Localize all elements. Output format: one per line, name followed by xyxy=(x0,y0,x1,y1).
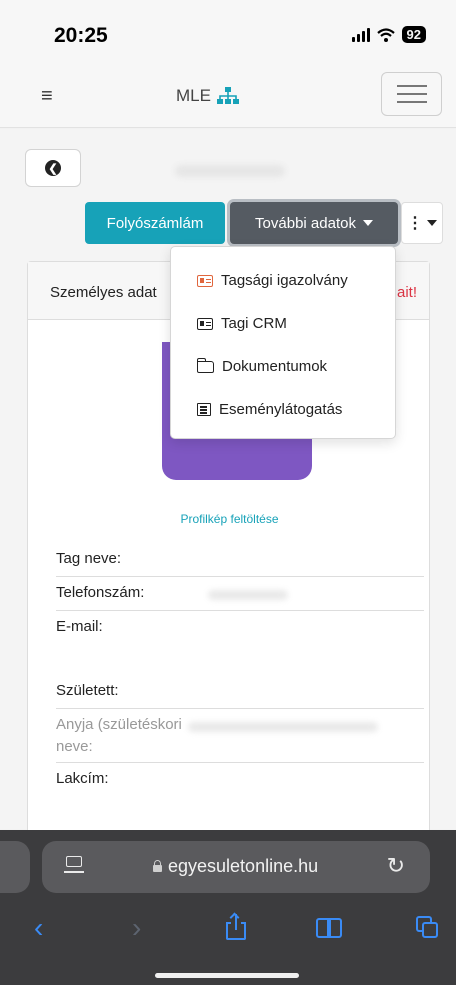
more-data-label: További adatok xyxy=(255,214,356,232)
member-name-label: Tag neve: xyxy=(56,550,122,567)
status-time: 20:25 xyxy=(54,24,108,47)
id-card-icon xyxy=(197,274,213,287)
url-text: egyesuletonline.hu xyxy=(168,856,319,876)
signal-icon xyxy=(351,27,370,42)
brand-name: MLE xyxy=(176,86,211,105)
page-menu-icon[interactable] xyxy=(64,856,84,874)
address-label: Lakcím: xyxy=(56,770,109,787)
caret-down-icon xyxy=(427,220,437,226)
id-card-icon xyxy=(197,317,213,330)
browser-nav-toolbar: ‹ › xyxy=(0,908,456,948)
arrow-left-circle-icon: ❮ xyxy=(45,160,61,176)
status-icons: 92 xyxy=(351,26,426,43)
mother-name-label: Anyja (születéskori neve: xyxy=(56,716,182,755)
dropdown-item-membership-card[interactable]: Tagsági igazolvány xyxy=(171,259,395,302)
dropdown-item-event-attendance[interactable]: Eseménylátogatás xyxy=(171,388,395,431)
forward-icon: › xyxy=(132,912,142,943)
lock-icon xyxy=(152,860,162,872)
address-bar[interactable]: egyesuletonline.hu ↻ xyxy=(42,841,430,893)
back-button[interactable]: ❮ xyxy=(25,149,81,187)
redacted-mother-name xyxy=(188,722,378,732)
kebab-icon: ⋮ xyxy=(407,215,423,232)
card-warning: ait! xyxy=(396,284,417,301)
reload-icon[interactable]: ↻ xyxy=(387,853,405,879)
sitemap-icon xyxy=(216,87,239,104)
wifi-icon xyxy=(376,27,395,42)
status-bar: 20:25 92 xyxy=(0,0,456,64)
browser-toolbar: egyesuletonline.hu ↻ ‹ › xyxy=(0,830,456,985)
bookmarks-icon[interactable] xyxy=(316,918,344,938)
share-icon[interactable] xyxy=(226,912,246,940)
home-indicator xyxy=(155,973,299,978)
back-icon[interactable]: ‹ xyxy=(34,908,43,948)
app-navbar: ≡ MLE xyxy=(0,64,456,128)
more-data-dropdown-menu: Tagsági igazolvány Tagi CRM Dokumentumok… xyxy=(170,246,396,439)
redacted-member-name xyxy=(175,165,285,177)
born-label: Született: xyxy=(56,682,119,699)
account-button[interactable]: Folyószámlám xyxy=(85,202,225,244)
card-title: Személyes adat xyxy=(50,284,157,301)
brand[interactable]: MLE xyxy=(176,86,239,106)
email-label: E-mail: xyxy=(56,618,103,635)
sidebar-menu-icon[interactable]: ≡ xyxy=(41,86,53,106)
battery-indicator: 92 xyxy=(401,26,426,43)
navbar-toggler-button[interactable] xyxy=(381,72,442,116)
more-data-dropdown-button[interactable]: További adatok xyxy=(230,202,398,244)
action-buttons: Folyószámlám További adatok ⋮ xyxy=(0,202,456,244)
page-content: ❮ Folyószámlám További adatok ⋮ Személye… xyxy=(0,129,456,841)
dropdown-item-documents[interactable]: Dokumentumok xyxy=(171,345,395,388)
caret-down-icon xyxy=(362,220,373,226)
redacted-phone xyxy=(208,590,288,600)
dropdown-item-member-crm[interactable]: Tagi CRM xyxy=(171,302,395,345)
upload-profile-picture-link[interactable]: Profilkép feltöltése xyxy=(28,512,431,526)
list-alt-icon xyxy=(197,403,211,416)
previous-tab-preview[interactable] xyxy=(0,841,30,893)
tabs-icon[interactable] xyxy=(416,916,440,940)
folder-open-icon xyxy=(196,357,214,373)
more-options-button[interactable]: ⋮ xyxy=(401,202,443,244)
